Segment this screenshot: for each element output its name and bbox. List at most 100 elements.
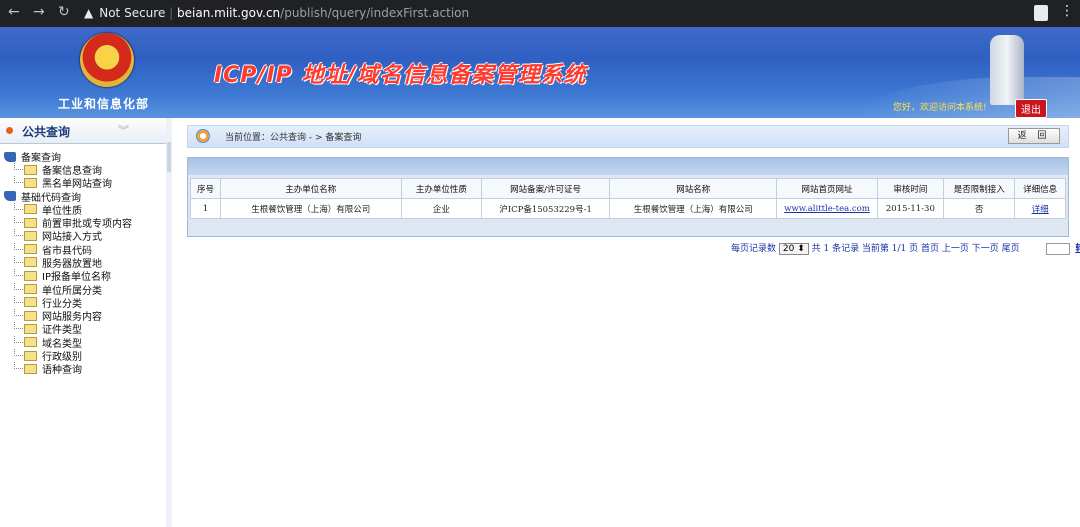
ministry-name: 工业和信息化部 bbox=[58, 97, 150, 111]
tree-branch-line bbox=[14, 309, 23, 317]
tree-branch-line bbox=[14, 216, 23, 224]
back-arrow-icon[interactable]: ← bbox=[8, 4, 20, 20]
table-cell: 生根餐饮管理（上海）有限公司 bbox=[219, 198, 402, 219]
sidebar-item[interactable]: 行业分类 bbox=[4, 295, 166, 310]
table-cell: 否 bbox=[943, 198, 1016, 219]
column-header: 主办单位性质 bbox=[400, 178, 483, 199]
sidebar-item[interactable]: 网站接入方式 bbox=[4, 229, 166, 243]
sidebar-item[interactable]: 单位所属分类 bbox=[4, 282, 166, 297]
url-host: beian.miit.gov.cn bbox=[177, 6, 281, 20]
breadcrumb: 当前位置：公共查询 - > 备案查询 bbox=[225, 133, 362, 143]
go-to-page-link[interactable]: 转到 bbox=[1075, 244, 1080, 254]
tree-branch-line bbox=[14, 269, 23, 277]
sidebar-item-label: 语种查询 bbox=[42, 365, 82, 377]
document-icon bbox=[24, 284, 37, 295]
sidebar-item[interactable]: 域名类型 bbox=[4, 335, 166, 350]
location-icon bbox=[196, 129, 210, 143]
sidebar-item[interactable]: 前置审批或专项内容 bbox=[4, 216, 166, 230]
details-link[interactable]: 详细 bbox=[1032, 205, 1049, 215]
pagination-summary[interactable]: 共 1 条记录 当前第 1/1 页 首页 上一页 下一页 尾页 bbox=[812, 244, 1020, 254]
sidebar-item[interactable]: 黑名单网站查询 bbox=[4, 176, 166, 190]
table-cell: 1 bbox=[190, 198, 221, 219]
sidebar-item[interactable]: 行政级别 bbox=[4, 349, 166, 363]
splitter-handle[interactable] bbox=[166, 118, 172, 527]
tree-branch-line bbox=[14, 242, 23, 250]
huabiao-column-icon bbox=[990, 35, 1024, 105]
sidebar-header[interactable]: 公共查询 ︾ bbox=[0, 118, 166, 144]
sidebar-item[interactable]: 备案信息查询 bbox=[4, 163, 166, 177]
table-header-row: 序号 主办单位名称 主办单位性质 网站备案/许可证号 网站名称 网站首页网址 审核时间 是否限… bbox=[190, 178, 1066, 199]
collapse-chevron-icon[interactable]: ︾ bbox=[118, 122, 129, 138]
browser-toolbar: ← → ↻ ▲ Not Secure | beian.miit.gov.cn/pu… bbox=[0, 0, 1080, 27]
column-header: 审核时间 bbox=[876, 178, 945, 199]
column-header: 是否限制接入 bbox=[943, 178, 1016, 199]
sidebar-item[interactable]: 语种查询 bbox=[4, 362, 166, 377]
table-cell: 2015-11-30 bbox=[876, 198, 945, 219]
orange-dot-icon bbox=[6, 127, 13, 134]
folder-group-icon bbox=[4, 191, 16, 202]
address-bar[interactable]: ▲ Not Secure | beian.miit.gov.cn/publish/… bbox=[84, 2, 1024, 24]
table-cell: 详细 bbox=[1014, 198, 1066, 219]
results-panel: 序号 主办单位名称 主办单位性质 网站备案/许可证号 网站名称 网站首页网址 审核时间 是否限… bbox=[187, 157, 1069, 237]
table-cell: 生根餐饮管理（上海）有限公司 bbox=[608, 198, 778, 219]
back-button[interactable]: 返 回 bbox=[1008, 128, 1060, 144]
sidebar-item[interactable]: 省市县代码 bbox=[4, 242, 166, 257]
document-icon bbox=[24, 204, 37, 215]
document-icon bbox=[24, 270, 37, 281]
column-header: 网站备案/许可证号 bbox=[481, 178, 610, 199]
column-header: 网站名称 bbox=[608, 178, 778, 199]
forward-arrow-icon[interactable]: → bbox=[33, 4, 45, 20]
tree-branch-line bbox=[14, 362, 23, 370]
tree-branch-line bbox=[14, 163, 23, 171]
sidebar-group[interactable]: 基础代码查询 bbox=[4, 190, 166, 204]
tree-branch-line bbox=[14, 349, 23, 356]
profile-icon[interactable] bbox=[1034, 5, 1048, 21]
warning-icon: ▲ bbox=[84, 6, 94, 20]
sidebar: 公共查询 ︾ 备案查询 备案信息查询 黑名单网站查询 基础代码查询 单位性质 前置审批或专… bbox=[0, 118, 167, 527]
document-icon bbox=[24, 323, 37, 334]
sidebar-item[interactable]: 服务器放置地 bbox=[4, 255, 166, 270]
tree-branch-line bbox=[14, 335, 23, 343]
logout-button[interactable]: 退出 bbox=[1015, 99, 1047, 118]
results-table: 序号 主办单位名称 主办单位性质 网站备案/许可证号 网站名称 网站首页网址 审核时间 是否限… bbox=[190, 178, 1066, 219]
table-cell: 沪ICP备15053229号-1 bbox=[481, 198, 610, 219]
column-header: 序号 bbox=[190, 178, 221, 199]
document-icon bbox=[24, 164, 37, 175]
tree-branch-line bbox=[14, 295, 23, 303]
national-emblem-icon: ★ bbox=[80, 33, 134, 87]
page-jump-input[interactable] bbox=[1046, 242, 1071, 255]
security-label: Not Secure bbox=[99, 6, 166, 20]
document-icon bbox=[24, 310, 37, 321]
document-icon bbox=[24, 363, 37, 374]
table-row: 1 生根餐饮管理（上海）有限公司 企业 沪ICP备15053229号-1 生根餐饮管理（… bbox=[190, 198, 1066, 219]
sidebar-item[interactable]: 证件类型 bbox=[4, 322, 166, 336]
url-path: /publish/query/indexFirst.action bbox=[280, 6, 470, 20]
folder-group-icon bbox=[4, 151, 16, 162]
document-icon bbox=[24, 297, 37, 308]
tree-branch-line bbox=[14, 176, 23, 184]
sidebar-item[interactable]: IP报备单位名称 bbox=[4, 269, 166, 283]
per-page-label: 每页记录数 bbox=[731, 244, 777, 254]
breadcrumb-bar: 当前位置：公共查询 - > 备案查询 bbox=[187, 125, 1069, 148]
column-header: 主办单位名称 bbox=[219, 178, 402, 199]
tree-branch-line bbox=[14, 229, 23, 237]
website-url-link[interactable]: www.alittle-tea.com bbox=[784, 204, 870, 214]
reload-icon[interactable]: ↻ bbox=[58, 4, 70, 20]
per-page-select[interactable]: 20 ⬍ bbox=[778, 243, 809, 255]
results-panel-header bbox=[188, 158, 1068, 175]
tree-branch-line bbox=[14, 282, 23, 290]
tree-branch-line bbox=[14, 322, 23, 330]
splitter-grip[interactable] bbox=[167, 142, 171, 172]
menu-dots-icon[interactable]: ⋮ bbox=[1060, 3, 1074, 19]
table-body: 1 生根餐饮管理（上海）有限公司 企业 沪ICP备15053229号-1 生根餐饮管理（… bbox=[190, 198, 1066, 219]
sidebar-item[interactable]: 网站服务内容 bbox=[4, 309, 166, 323]
column-header: 网站首页网址 bbox=[776, 178, 878, 199]
site-header: ★ 工业和信息化部 ICP/IP 地址/域名信息备案管理系统 您好，欢迎访问本系… bbox=[0, 27, 1080, 118]
per-page-value: 20 bbox=[782, 244, 795, 254]
sidebar-group[interactable]: 备案查询 bbox=[4, 150, 166, 164]
document-icon bbox=[24, 257, 37, 268]
sidebar-item[interactable]: 单位性质 bbox=[4, 202, 166, 217]
sidebar-title: 公共查询 bbox=[22, 125, 71, 139]
welcome-text: 您好，欢迎访问本系统! bbox=[893, 103, 987, 113]
pagination: 每页记录数 20 ⬍ 共 1 条记录 当前第 1/1 页 首页 上一页 下一页 … bbox=[731, 241, 1080, 255]
